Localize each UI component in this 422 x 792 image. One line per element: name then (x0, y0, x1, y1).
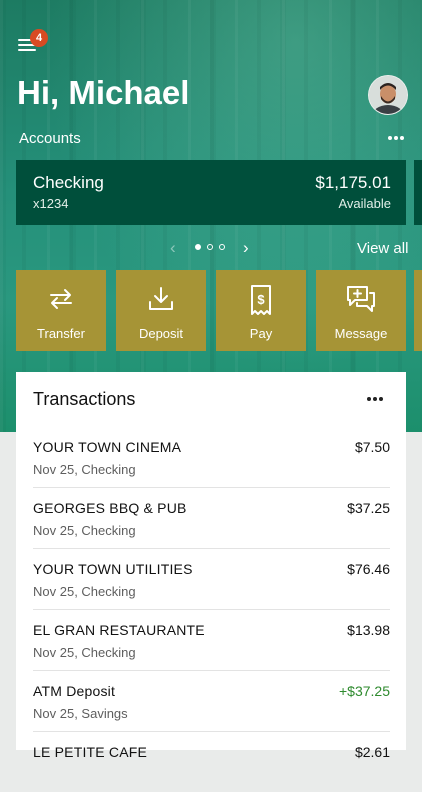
transaction-row[interactable]: EL GRAN RESTAURANTE Nov 25, Checking $13… (33, 609, 390, 671)
accounts-more-button[interactable] (384, 128, 408, 146)
transfer-button[interactable]: Transfer (16, 270, 106, 351)
transaction-meta: Nov 25, Checking (33, 645, 136, 660)
transaction-row[interactable]: YOUR TOWN UTILITIES Nov 25, Checking $76… (33, 548, 390, 610)
transaction-merchant: YOUR TOWN CINEMA (33, 439, 182, 455)
transaction-amount: $37.25 (347, 500, 390, 516)
action-label: Deposit (138, 326, 184, 341)
profile-avatar[interactable] (368, 75, 408, 115)
pager-dot (219, 244, 225, 250)
account-name: Checking (33, 173, 104, 192)
transactions-more-button[interactable] (364, 392, 388, 408)
chevron-left-icon[interactable]: ‹ (170, 238, 176, 258)
transaction-amount-credit: +$37.25 (339, 683, 390, 699)
transaction-row[interactable]: LE PETITE CAFE $2.61 (33, 731, 390, 792)
pager-dot-active (195, 244, 201, 250)
transaction-amount: $2.61 (354, 744, 390, 760)
transaction-merchant: ATM Deposit (33, 683, 116, 699)
transaction-meta: Nov 25, Checking (33, 584, 136, 599)
deposit-icon (149, 287, 173, 310)
account-number: x1234 (33, 196, 69, 211)
next-account-card-peek[interactable] (414, 160, 422, 225)
action-label: Pay (249, 326, 273, 341)
avatar-photo-icon (369, 76, 407, 114)
svg-text:$: $ (257, 292, 265, 307)
pay-button[interactable]: $ Pay (216, 270, 306, 351)
account-card-checking[interactable]: Checking x1234 $1,175.01 Available (16, 160, 406, 225)
chevron-right-icon[interactable]: › (243, 238, 249, 258)
transaction-merchant: GEORGES BBQ & PUB (33, 500, 187, 516)
pager-dot (207, 244, 213, 250)
greeting-title: Hi, Michael (17, 74, 190, 111)
transactions-title: Transactions (33, 389, 136, 409)
pay-icon: $ (251, 285, 271, 315)
transaction-merchant: EL GRAN RESTAURANTE (33, 622, 205, 638)
transaction-row[interactable]: ATM Deposit Nov 25, Savings +$37.25 (33, 670, 390, 732)
balance-label: Available (338, 196, 391, 211)
transaction-meta: Nov 25, Checking (33, 523, 136, 538)
transaction-merchant: YOUR TOWN UTILITIES (33, 561, 193, 577)
more-actions-peek[interactable] (414, 270, 422, 351)
transactions-panel: Transactions YOUR TOWN CINEMA Nov 25, Ch… (16, 372, 406, 760)
notification-badge: 4 (30, 29, 48, 47)
transaction-amount: $7.50 (354, 439, 390, 455)
message-icon (347, 286, 375, 312)
deposit-button[interactable]: Deposit (116, 270, 206, 351)
view-all-link[interactable]: View all (357, 240, 408, 257)
message-button[interactable]: Message (316, 270, 406, 351)
action-label: Message (334, 326, 388, 341)
hero-background: 4 Hi, Michael Accounts Checking x1234 $1… (0, 0, 422, 432)
action-label: Transfer (37, 326, 85, 341)
transaction-meta: Nov 25, Checking (33, 462, 136, 477)
transaction-amount: $76.46 (347, 561, 390, 577)
transaction-amount: $13.98 (347, 622, 390, 638)
transaction-row[interactable]: YOUR TOWN CINEMA Nov 25, Checking $7.50 (33, 426, 390, 488)
transfer-icon (50, 289, 72, 309)
transaction-meta: Nov 25, Savings (33, 706, 128, 721)
accounts-section-label: Accounts (19, 130, 81, 147)
transaction-row[interactable]: GEORGES BBQ & PUB Nov 25, Checking $37.2… (33, 487, 390, 549)
account-balance: $1,175.01 (315, 173, 391, 192)
transaction-merchant: LE PETITE CAFE (33, 744, 148, 760)
